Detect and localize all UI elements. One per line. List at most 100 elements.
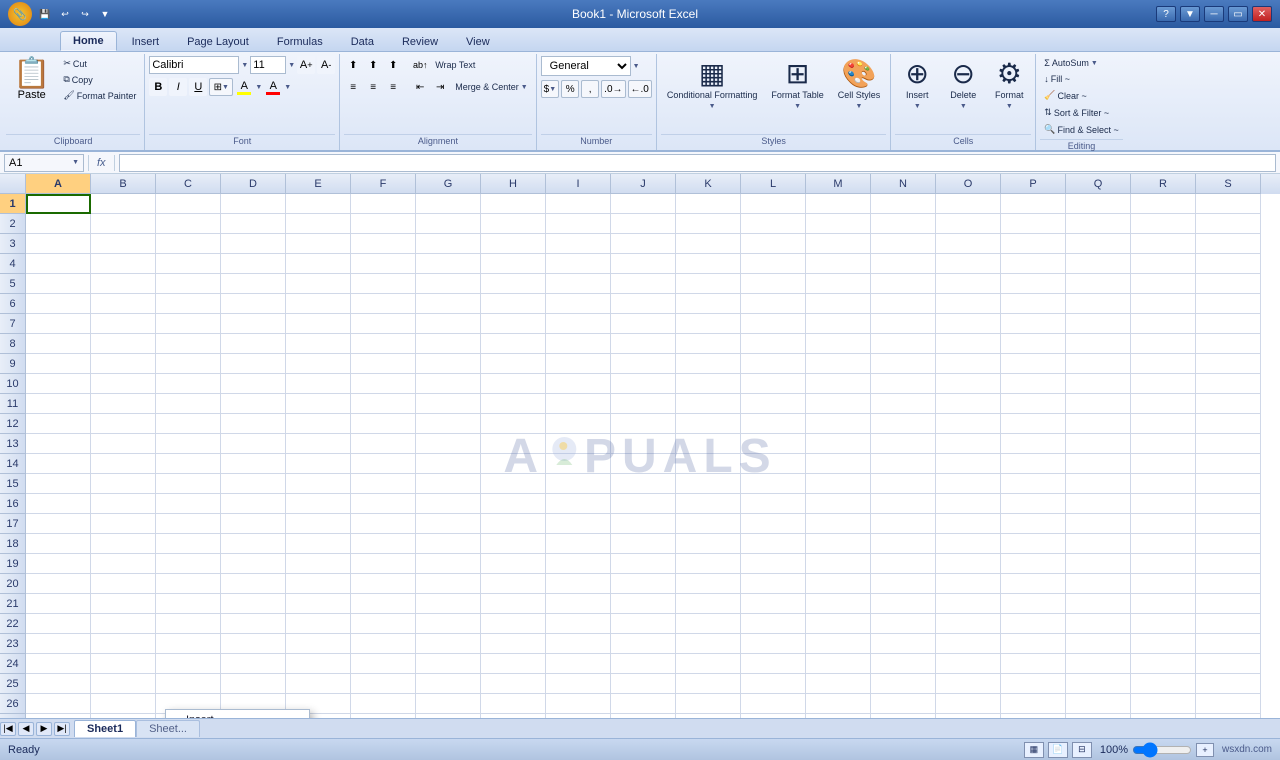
cell-Q27[interactable] (1066, 714, 1131, 718)
cell-F23[interactable] (351, 634, 416, 654)
cell-L1[interactable] (741, 194, 806, 214)
cell-M2[interactable] (806, 214, 871, 234)
cell-L20[interactable] (741, 574, 806, 594)
cell-C12[interactable] (156, 414, 221, 434)
cell-Q13[interactable] (1066, 434, 1131, 454)
sheet-tab-sheet2[interactable]: Sheet... (136, 720, 200, 737)
cell-E17[interactable] (286, 514, 351, 534)
cell-R12[interactable] (1131, 414, 1196, 434)
cell-G5[interactable] (416, 274, 481, 294)
cell-B23[interactable] (91, 634, 156, 654)
cell-G19[interactable] (416, 554, 481, 574)
decrease-indent-btn[interactable]: ⇤ (411, 78, 429, 96)
col-header-B[interactable]: B (91, 174, 156, 194)
increase-decimal-btn[interactable]: .0→ (601, 80, 625, 98)
cell-P12[interactable] (1001, 414, 1066, 434)
cell-E25[interactable] (286, 674, 351, 694)
cell-I20[interactable] (546, 574, 611, 594)
cell-F20[interactable] (351, 574, 416, 594)
cell-E19[interactable] (286, 554, 351, 574)
cell-M4[interactable] (806, 254, 871, 274)
cell-R15[interactable] (1131, 474, 1196, 494)
cell-H6[interactable] (481, 294, 546, 314)
cell-Q5[interactable] (1066, 274, 1131, 294)
cell-B19[interactable] (91, 554, 156, 574)
cell-Q21[interactable] (1066, 594, 1131, 614)
cell-S20[interactable] (1196, 574, 1261, 594)
restore-btn[interactable]: ▭ (1228, 6, 1248, 22)
border-button[interactable]: ⊞▼ (209, 78, 233, 96)
cell-S15[interactable] (1196, 474, 1261, 494)
row-num-20[interactable]: 20 (0, 574, 26, 594)
cell-H20[interactable] (481, 574, 546, 594)
cell-I15[interactable] (546, 474, 611, 494)
cell-M19[interactable] (806, 554, 871, 574)
cell-A20[interactable] (26, 574, 91, 594)
cell-L6[interactable] (741, 294, 806, 314)
cell-H9[interactable] (481, 354, 546, 374)
cell-N2[interactable] (871, 214, 936, 234)
cell-S10[interactable] (1196, 374, 1261, 394)
cell-P21[interactable] (1001, 594, 1066, 614)
cell-F3[interactable] (351, 234, 416, 254)
cell-N9[interactable] (871, 354, 936, 374)
cell-G11[interactable] (416, 394, 481, 414)
cell-L7[interactable] (741, 314, 806, 334)
cell-S5[interactable] (1196, 274, 1261, 294)
row-num-24[interactable]: 24 (0, 654, 26, 674)
cell-N26[interactable] (871, 694, 936, 714)
cell-R13[interactable] (1131, 434, 1196, 454)
cell-M10[interactable] (806, 374, 871, 394)
cell-D15[interactable] (221, 474, 286, 494)
row-num-13[interactable]: 13 (0, 434, 26, 454)
wrap-text-button[interactable]: Wrap Text (431, 58, 479, 72)
cell-B8[interactable] (91, 334, 156, 354)
cell-F2[interactable] (351, 214, 416, 234)
cell-B6[interactable] (91, 294, 156, 314)
cell-N17[interactable] (871, 514, 936, 534)
cell-I1[interactable] (546, 194, 611, 214)
cell-O23[interactable] (936, 634, 1001, 654)
ribbon-toggle-btn[interactable]: ▼ (1180, 6, 1200, 22)
cell-K10[interactable] (676, 374, 741, 394)
cell-E8[interactable] (286, 334, 351, 354)
cell-G7[interactable] (416, 314, 481, 334)
cell-A26[interactable] (26, 694, 91, 714)
cell-S17[interactable] (1196, 514, 1261, 534)
font-size-input[interactable] (250, 56, 286, 74)
cell-H12[interactable] (481, 414, 546, 434)
cell-Q14[interactable] (1066, 454, 1131, 474)
cell-F26[interactable] (351, 694, 416, 714)
cell-B27[interactable] (91, 714, 156, 718)
cell-Q26[interactable] (1066, 694, 1131, 714)
cell-F18[interactable] (351, 534, 416, 554)
cell-D21[interactable] (221, 594, 286, 614)
cell-P20[interactable] (1001, 574, 1066, 594)
cell-H23[interactable] (481, 634, 546, 654)
cell-M9[interactable] (806, 354, 871, 374)
cell-P14[interactable] (1001, 454, 1066, 474)
cell-K11[interactable] (676, 394, 741, 414)
cell-O27[interactable] (936, 714, 1001, 718)
cell-P18[interactable] (1001, 534, 1066, 554)
cell-M14[interactable] (806, 454, 871, 474)
format-arrow[interactable]: ▼ (1006, 103, 1013, 110)
copy-button[interactable]: ⧉ Copy (59, 72, 140, 87)
cell-G26[interactable] (416, 694, 481, 714)
cell-H11[interactable] (481, 394, 546, 414)
col-header-I[interactable]: I (546, 174, 611, 194)
col-header-C[interactable]: C (156, 174, 221, 194)
cell-P23[interactable] (1001, 634, 1066, 654)
cell-J11[interactable] (611, 394, 676, 414)
cell-F24[interactable] (351, 654, 416, 674)
customize-quick-btn[interactable]: ▼ (96, 6, 114, 22)
cell-F21[interactable] (351, 594, 416, 614)
cell-N10[interactable] (871, 374, 936, 394)
cell-D17[interactable] (221, 514, 286, 534)
col-header-O[interactable]: O (936, 174, 1001, 194)
cell-M16[interactable] (806, 494, 871, 514)
cell-L17[interactable] (741, 514, 806, 534)
col-header-D[interactable]: D (221, 174, 286, 194)
cell-Q3[interactable] (1066, 234, 1131, 254)
cell-C5[interactable] (156, 274, 221, 294)
